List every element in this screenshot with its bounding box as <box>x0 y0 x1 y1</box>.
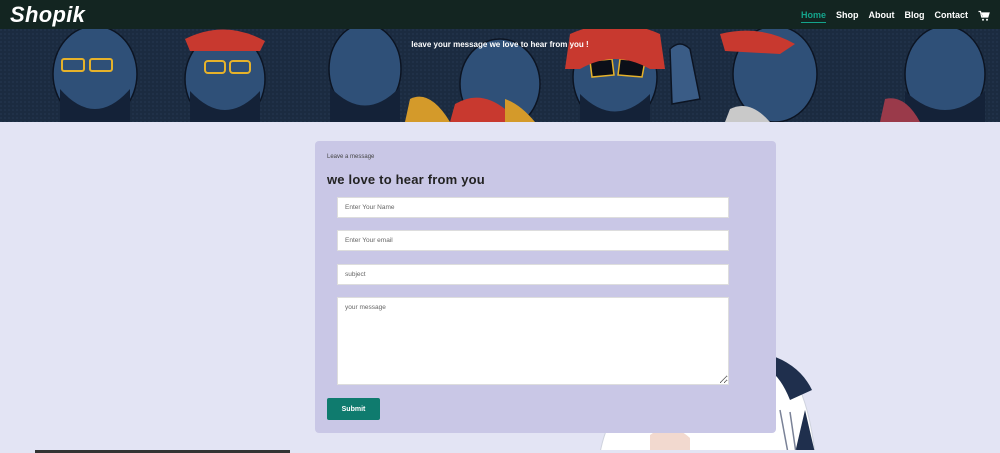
form-kicker: Leave a message <box>327 154 375 160</box>
main-nav: Home Shop About Blog Contact <box>791 9 990 23</box>
navbar: Shopik Home Shop About Blog Contact <box>0 0 1000 29</box>
email-input[interactable] <box>337 230 729 251</box>
hero-banner: leave your message we love to hear from … <box>0 29 1000 122</box>
name-input[interactable] <box>337 197 729 218</box>
form-title: we love to hear from you <box>327 172 485 187</box>
hero-text: leave your message we love to hear from … <box>411 40 589 49</box>
submit-button[interactable]: Submit <box>327 398 380 420</box>
cart-icon[interactable] <box>978 9 990 21</box>
message-textarea[interactable] <box>337 297 729 385</box>
nav-about[interactable]: About <box>869 10 895 20</box>
nav-contact[interactable]: Contact <box>935 10 969 20</box>
nav-home[interactable]: Home <box>800 10 827 23</box>
nav-shop[interactable]: Shop <box>836 10 859 20</box>
logo[interactable]: Shopik <box>10 2 85 28</box>
subject-input[interactable] <box>337 264 729 285</box>
contact-form-card: Leave a message we love to hear from you… <box>315 141 776 433</box>
nav-blog[interactable]: Blog <box>905 10 925 20</box>
